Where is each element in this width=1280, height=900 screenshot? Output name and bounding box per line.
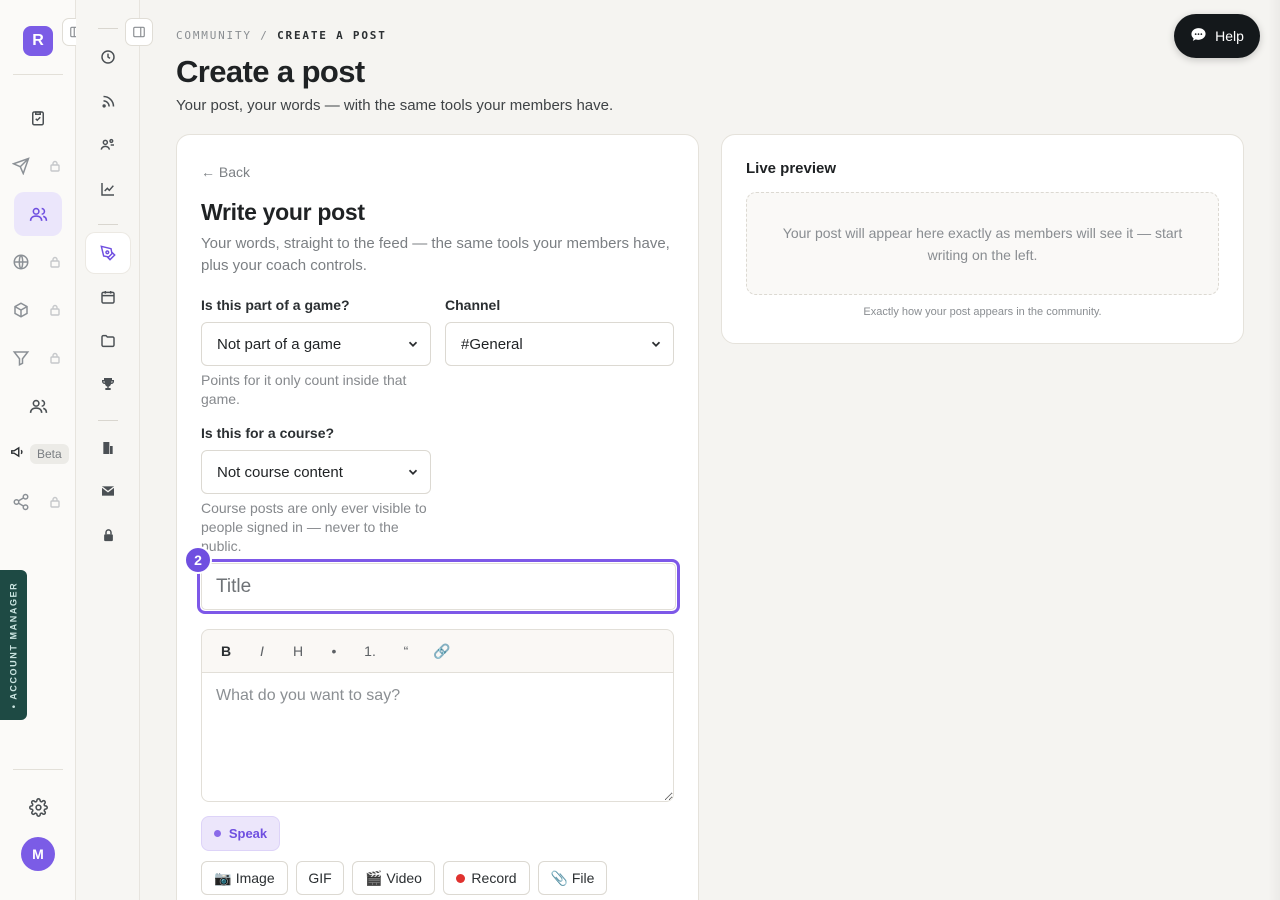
create-post-icon[interactable] <box>86 233 130 273</box>
channel-select-value: #General <box>461 335 523 353</box>
breadcrumb-separator: / <box>260 29 269 42</box>
bullet-list-button[interactable]: • <box>324 643 344 659</box>
record-button[interactable]: Record <box>443 861 530 895</box>
breadcrumb-current: CREATE A POST <box>277 29 387 42</box>
course-hint: Course posts are only ever visible to pe… <box>201 500 427 554</box>
file-button-label: 📎 File <box>550 869 595 886</box>
speak-label: Speak <box>228 826 268 841</box>
game-select-value: Not part of a game <box>217 335 342 353</box>
mail-icon[interactable] <box>86 471 130 511</box>
game-label: Is this part of a game? <box>201 297 350 313</box>
share-icon[interactable] <box>0 480 68 524</box>
quote-button[interactable]: “ <box>396 643 416 659</box>
avatar[interactable]: M <box>21 837 55 871</box>
megaphone-icon <box>10 445 24 464</box>
lock-icon <box>50 351 60 369</box>
brand-logo[interactable]: R <box>23 26 53 56</box>
breadcrumb: COMMUNITY / CREATE A POST <box>176 29 387 42</box>
package-icon[interactable] <box>0 288 68 332</box>
title-input[interactable] <box>201 563 676 610</box>
send-icon[interactable] <box>0 144 68 188</box>
game-hint: Points for it only count inside that gam… <box>201 372 407 407</box>
lock-icon <box>50 255 60 273</box>
chevron-down-icon <box>406 465 420 483</box>
preview-title: Live preview <box>746 160 837 177</box>
analytics-icon[interactable] <box>86 169 130 209</box>
preview-empty-text: Your post will appear here exactly as me… <box>782 224 1183 263</box>
divider <box>98 224 118 225</box>
preview-footer: Exactly how your post appears in the com… <box>863 306 1102 318</box>
lock-icon <box>50 159 60 177</box>
channel-label: Channel <box>445 297 501 313</box>
help-label: Help <box>1215 28 1244 44</box>
calendar-icon[interactable] <box>86 277 130 317</box>
globe-icon[interactable] <box>0 240 68 284</box>
editor-card: ← Back Write your post Your words, strai… <box>176 134 699 900</box>
trophy-icon[interactable] <box>86 364 130 404</box>
account-manager-label: • ACCOUNT MANAGER <box>8 581 19 709</box>
course-select[interactable]: Not course content <box>201 450 431 494</box>
italic-button[interactable]: I <box>252 643 272 659</box>
numbered-list-button[interactable]: 1. <box>360 643 380 659</box>
chat-bubble-icon <box>1190 26 1207 46</box>
feed-icon[interactable] <box>86 81 130 121</box>
divider <box>98 420 118 421</box>
chevron-down-icon <box>406 337 420 355</box>
tasks-icon[interactable] <box>14 96 62 140</box>
editor-title: Write your post <box>201 199 365 225</box>
speak-button[interactable]: Speak <box>201 816 280 851</box>
megaphone-item[interactable]: Beta <box>0 432 70 476</box>
divider <box>98 28 118 29</box>
beta-badge: Beta <box>30 444 69 464</box>
file-button[interactable]: 📎 File <box>538 861 607 895</box>
funnel-icon[interactable] <box>0 336 68 380</box>
members-icon[interactable] <box>14 384 62 428</box>
panel-toggle-icon[interactable] <box>125 18 153 46</box>
divider <box>13 74 63 75</box>
community-icon[interactable] <box>14 192 62 236</box>
heading-button[interactable]: H <box>288 643 308 659</box>
page-edge-shadow <box>1268 0 1280 900</box>
page-subtitle: Your post, your words — with the same to… <box>176 97 614 114</box>
mic-dot-icon <box>213 830 221 837</box>
game-select[interactable]: Not part of a game <box>201 322 431 366</box>
step-badge: 2 <box>184 546 212 574</box>
editor-subtitle: Your words, straight to the feed — the s… <box>201 235 670 274</box>
gear-icon[interactable] <box>14 785 62 829</box>
folder-icon[interactable] <box>86 321 130 361</box>
image-button-label: 📷 Image <box>214 869 275 886</box>
building-icon[interactable] <box>86 428 130 468</box>
clock-icon[interactable] <box>86 37 130 77</box>
course-select-value: Not course content <box>217 463 343 481</box>
gif-button[interactable]: GIF <box>296 861 344 895</box>
video-button-label: 🎬 Video <box>365 869 422 886</box>
link-button[interactable]: 🔗 <box>432 643 452 660</box>
format-toolbar: B I H • 1. “ 🔗 <box>201 629 674 673</box>
preview-empty-state: Your post will appear here exactly as me… <box>746 192 1219 295</box>
divider <box>13 769 63 770</box>
record-dot-icon <box>456 873 466 883</box>
bold-button[interactable]: B <box>216 643 236 659</box>
channel-select[interactable]: #General <box>445 322 674 366</box>
chevron-down-icon <box>649 337 663 355</box>
help-button[interactable]: Help <box>1174 14 1260 58</box>
image-button[interactable]: 📷 Image <box>201 861 288 895</box>
breadcrumb-parent[interactable]: COMMUNITY <box>176 29 252 42</box>
body-textarea[interactable] <box>201 672 674 802</box>
record-button-label: Record <box>471 870 517 886</box>
back-link[interactable]: ← Back <box>201 164 250 180</box>
members-map-icon[interactable] <box>86 125 130 165</box>
account-manager-tab[interactable]: • ACCOUNT MANAGER <box>0 570 27 720</box>
video-button[interactable]: 🎬 Video <box>352 861 435 895</box>
preview-card: Live preview Your post will appear here … <box>721 134 1244 344</box>
page-title: Create a post <box>176 54 365 89</box>
lock-icon <box>50 303 60 321</box>
secondary-rail <box>76 0 140 900</box>
lock-icon[interactable] <box>86 515 130 555</box>
primary-rail: R Beta • ACCOUNT MANAGER M <box>0 0 76 900</box>
course-label: Is this for a course? <box>201 425 335 441</box>
lock-icon <box>50 495 60 513</box>
gif-button-label: GIF <box>308 870 332 886</box>
